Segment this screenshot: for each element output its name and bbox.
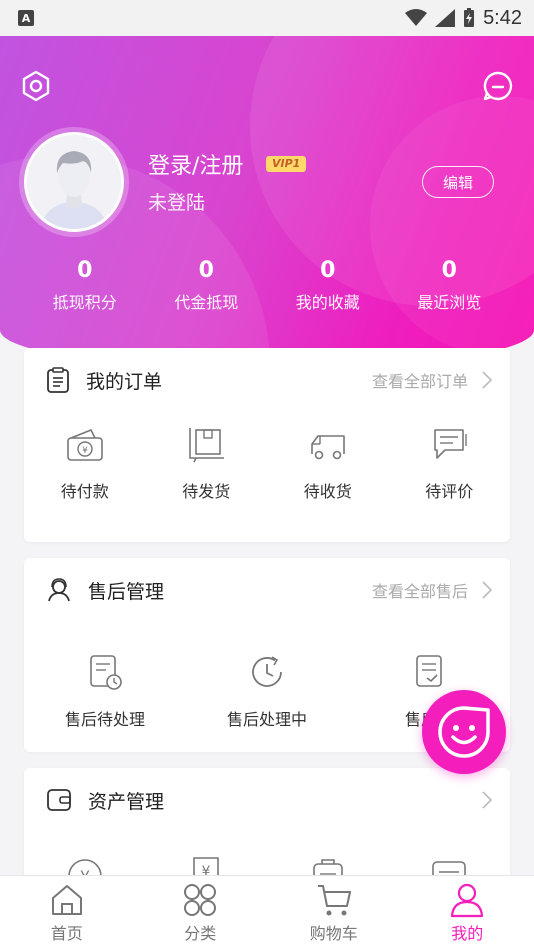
chevron-right-icon xyxy=(482,371,492,389)
wallet-icon: ¥ xyxy=(66,428,103,461)
after-sales-label: 售后处理中 xyxy=(226,710,307,729)
stat-value: 0 xyxy=(77,258,93,283)
avatar[interactable] xyxy=(24,132,124,232)
chevron-right-icon xyxy=(482,581,492,599)
stat-label: 抵现积分 xyxy=(52,293,117,312)
cart-icon xyxy=(317,885,351,916)
order-pending-payment[interactable]: ¥ 待付款 xyxy=(24,422,146,502)
svg-text:¥: ¥ xyxy=(82,446,88,456)
message-icon xyxy=(483,71,513,101)
stat-label: 我的收藏 xyxy=(295,293,360,312)
after-sales-card-header[interactable]: 售后管理 查看全部售后 xyxy=(24,558,510,622)
after-sales-label: 售后待处理 xyxy=(64,710,145,729)
stats-row: 0 抵现积分 0 代金抵现 0 我的收藏 0 最近浏览 xyxy=(24,258,510,313)
wifi-icon xyxy=(405,9,428,26)
smile-chat-icon xyxy=(438,706,490,758)
stat-favorites[interactable]: 0 我的收藏 xyxy=(267,258,389,313)
settings-icon xyxy=(22,70,50,102)
order-label: 待收货 xyxy=(303,482,352,501)
order-label: 待付款 xyxy=(60,482,109,501)
nav-cart[interactable]: 购物车 xyxy=(267,876,401,950)
message-button[interactable] xyxy=(478,66,518,106)
nav-home[interactable]: 首页 xyxy=(0,876,134,950)
after-sales-processing[interactable]: 售后处理中 xyxy=(186,650,348,730)
headset-icon xyxy=(48,578,70,602)
order-pending-receipt[interactable]: 待收货 xyxy=(267,422,389,502)
profile-header: 登录/注册 VIP1 未登陆 编辑 0 抵现积分 0 代金抵现 0 我的收藏 0… xyxy=(0,36,534,370)
document-check-icon xyxy=(416,655,442,687)
customer-service-button[interactable] xyxy=(422,690,506,774)
status-indicators: 5:42 xyxy=(405,7,522,30)
document-clock-icon xyxy=(90,655,122,690)
nav-label: 首页 xyxy=(50,924,83,943)
chevron-right-icon xyxy=(482,791,492,809)
order-label: 待发货 xyxy=(182,482,231,501)
stat-recent[interactable]: 0 最近浏览 xyxy=(389,258,511,313)
edit-profile-button[interactable]: 编辑 xyxy=(422,166,494,198)
view-all-orders-link[interactable]: 查看全部订单 xyxy=(372,368,492,392)
assets-more-link[interactable] xyxy=(482,791,492,809)
stat-value: 0 xyxy=(320,258,336,283)
wallet-outline-icon xyxy=(47,789,71,811)
link-text: 查看全部售后 xyxy=(371,582,468,601)
stat-label: 代金抵现 xyxy=(174,293,239,312)
card-title: 售后管理 xyxy=(88,580,165,603)
battery-icon xyxy=(464,8,475,27)
order-label: 待评价 xyxy=(425,482,474,501)
comment-icon xyxy=(434,429,467,459)
card-title: 我的订单 xyxy=(86,370,163,393)
after-sales-pending[interactable]: 售后待处理 xyxy=(24,650,186,730)
orders-card: 我的订单 查看全部订单 ¥ 待付款 待发货 待收货 待评价 xyxy=(24,348,510,542)
user-icon xyxy=(451,883,484,918)
nav-label: 我的 xyxy=(451,924,484,943)
nav-category[interactable]: 分类 xyxy=(134,876,268,950)
status-time: 5:42 xyxy=(483,6,522,29)
vip-badge: VIP1 xyxy=(266,156,307,172)
clipboard-icon xyxy=(47,367,69,393)
settings-button[interactable] xyxy=(16,66,56,106)
stat-value: 0 xyxy=(441,258,457,283)
avatar-placeholder-icon xyxy=(27,135,121,229)
nav-label: 购物车 xyxy=(309,924,358,943)
stat-points[interactable]: 0 抵现积分 xyxy=(24,258,146,313)
view-all-after-sales-link[interactable]: 查看全部售后 xyxy=(372,578,492,602)
truck-icon xyxy=(310,435,345,460)
bottom-nav: 首页 分类 购物车 我的 xyxy=(0,875,534,950)
assets-card-header[interactable]: 资产管理 xyxy=(24,768,510,832)
login-status-text: 未登陆 xyxy=(148,192,206,214)
category-icon xyxy=(184,884,217,916)
order-pending-shipment[interactable]: 待发货 xyxy=(146,422,268,502)
signal-icon xyxy=(435,9,456,27)
nav-label: 分类 xyxy=(184,924,217,943)
login-register-link[interactable]: 登录/注册 xyxy=(148,148,243,180)
card-title: 资产管理 xyxy=(88,790,165,813)
package-icon xyxy=(189,428,225,463)
stat-label: 最近浏览 xyxy=(417,293,482,312)
notification-icon: A xyxy=(18,10,34,26)
orders-card-header[interactable]: 我的订单 查看全部订单 xyxy=(24,348,510,412)
clock-icon xyxy=(252,656,282,687)
stat-value: 0 xyxy=(198,258,214,283)
status-bar: A 5:42 xyxy=(0,0,534,36)
link-text: 查看全部订单 xyxy=(371,372,468,391)
nav-mine[interactable]: 我的 xyxy=(401,876,534,950)
order-pending-review[interactable]: 待评价 xyxy=(389,422,511,502)
home-icon xyxy=(51,885,82,915)
stat-vouchers[interactable]: 0 代金抵现 xyxy=(146,258,268,313)
